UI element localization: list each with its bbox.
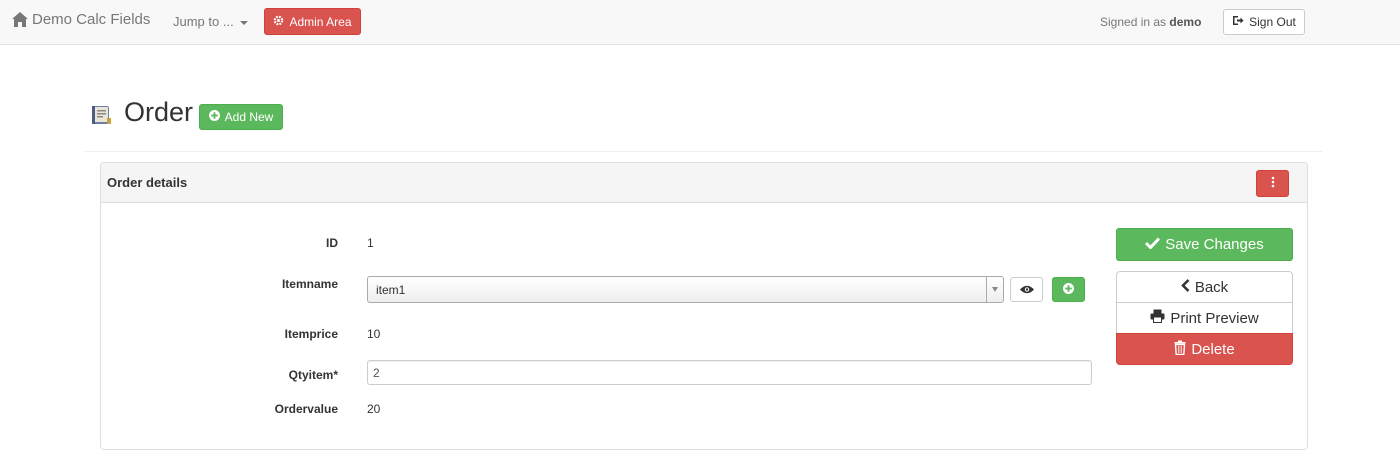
save-changes-label: Save Changes [1165, 236, 1264, 253]
add-new-label: Add New [224, 110, 274, 124]
print-preview-label: Print Preview [1170, 309, 1259, 327]
jump-to-label: Jump to ... [173, 14, 234, 29]
back-label: Back [1194, 278, 1229, 296]
id-value: 1 [367, 236, 374, 250]
eye-icon [1019, 282, 1034, 297]
view-item-button[interactable] [1010, 277, 1043, 302]
print-icon [1150, 309, 1165, 327]
chevron-left-icon [1180, 278, 1190, 296]
itemprice-label: Itemprice [284, 327, 338, 341]
back-button[interactable]: Back [1116, 271, 1293, 303]
panel-menu-button[interactable] [1256, 170, 1289, 197]
delete-label: Delete [1191, 340, 1235, 358]
action-button-group: Back Print Preview Delete [1116, 271, 1293, 365]
id-label: ID [326, 236, 338, 250]
caret-down-icon [239, 20, 248, 25]
sign-out-button[interactable]: Sign Out [1223, 9, 1305, 35]
itemprice-value: 10 [367, 327, 381, 341]
admin-area-label: Admin Area [289, 14, 352, 29]
trash-icon [1174, 340, 1186, 359]
print-preview-button[interactable]: Print Preview [1116, 302, 1293, 334]
admin-area-button[interactable]: Admin Area [264, 8, 361, 35]
itemname-selected-value: item1 [376, 283, 406, 297]
dropdown-arrow-icon[interactable] [986, 277, 1003, 302]
delete-button[interactable]: Delete [1116, 333, 1293, 365]
ordervalue-label: Ordervalue [274, 402, 338, 416]
add-new-button[interactable]: Add New [199, 104, 283, 130]
brand-link[interactable]: Demo Calc Fields [12, 11, 150, 28]
signed-in-username: demo [1169, 15, 1202, 29]
home-icon [12, 12, 28, 27]
order-book-icon [90, 104, 112, 129]
plus-circle-icon [208, 110, 220, 124]
brand-name: Demo Calc Fields [32, 11, 151, 28]
log-out-icon [1232, 15, 1244, 29]
plus-circle-icon [1063, 282, 1074, 297]
page-title: Order [124, 97, 194, 127]
top-navbar: Demo Calc Fields Jump to ... Admin Area … [0, 0, 1400, 45]
panel-heading: Order details [101, 163, 1307, 203]
itemname-label: Itemname [281, 277, 338, 291]
sign-out-label: Sign Out [1249, 15, 1296, 29]
vertical-ellipsis-icon [1271, 176, 1275, 191]
add-item-button[interactable] [1052, 277, 1085, 302]
check-icon [1145, 236, 1161, 253]
cog-icon [273, 15, 284, 29]
header-divider [85, 151, 1322, 152]
jump-to-dropdown[interactable]: Jump to ... [173, 14, 248, 29]
signed-in-status: Signed in as demo [1100, 15, 1201, 29]
itemname-select[interactable]: item1 [367, 276, 1004, 303]
qtyitem-input[interactable] [367, 360, 1092, 385]
ordervalue-value: 20 [367, 402, 381, 416]
qtyitem-label: Qtyitem* [288, 368, 338, 382]
signed-in-prefix: Signed in as [1100, 15, 1167, 29]
panel-title: Order details [107, 175, 188, 190]
save-changes-button[interactable]: Save Changes [1116, 228, 1293, 261]
